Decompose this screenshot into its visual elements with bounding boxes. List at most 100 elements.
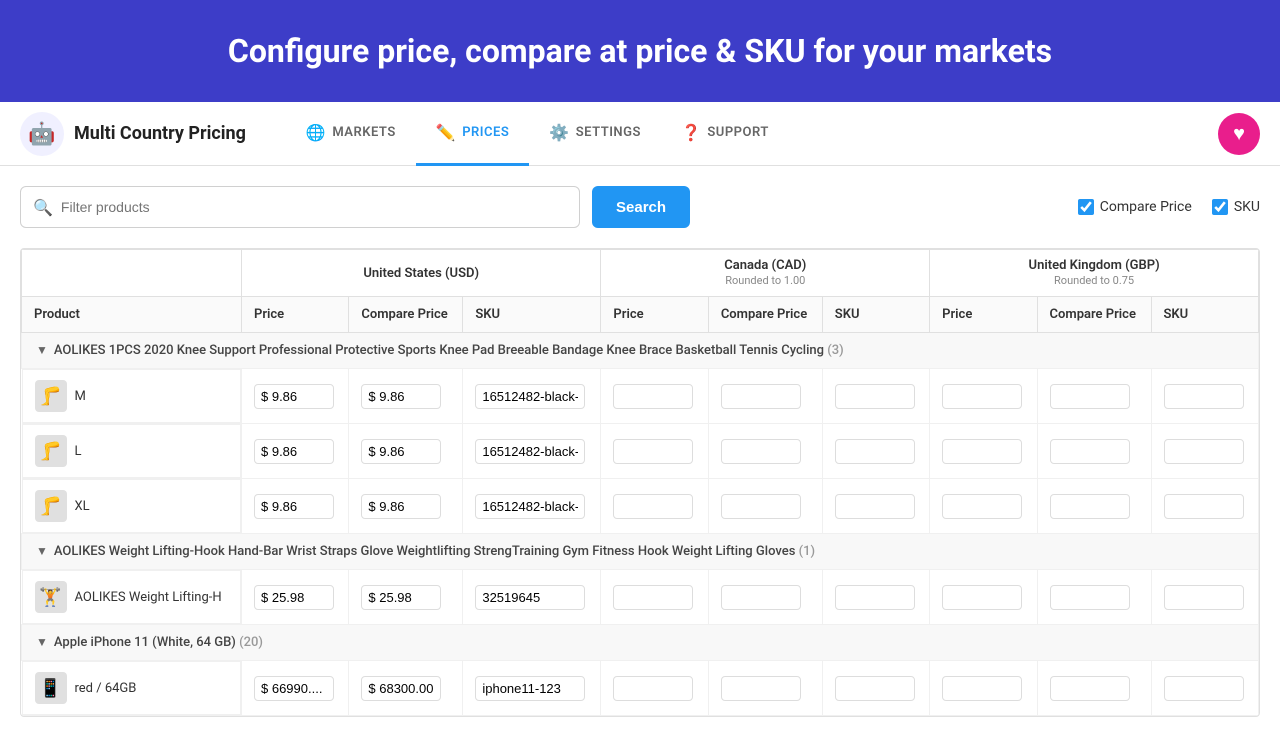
uk-compare-input[interactable] bbox=[1050, 384, 1130, 409]
us-compare-cell[interactable] bbox=[349, 479, 463, 534]
uk-sku-input[interactable] bbox=[1164, 585, 1244, 610]
ca-compare-cell[interactable] bbox=[708, 570, 822, 625]
ca-price-input[interactable] bbox=[613, 676, 693, 701]
uk-price-input[interactable] bbox=[942, 494, 1022, 519]
ca-compare-cell[interactable] bbox=[708, 661, 822, 716]
ca-sku-input[interactable] bbox=[835, 676, 915, 701]
ca-sku-input[interactable] bbox=[835, 494, 915, 519]
us-sku-cell[interactable] bbox=[463, 369, 601, 424]
uk-price-cell[interactable] bbox=[930, 424, 1037, 479]
uk-sku-input[interactable] bbox=[1164, 494, 1244, 519]
uk-price-input[interactable] bbox=[942, 585, 1022, 610]
us-price-input[interactable] bbox=[254, 384, 334, 409]
us-sku-input[interactable] bbox=[475, 439, 585, 464]
uk-price-cell[interactable] bbox=[930, 479, 1037, 534]
us-sku-cell[interactable] bbox=[463, 424, 601, 479]
uk-price-cell[interactable] bbox=[930, 570, 1037, 625]
us-price-cell[interactable] bbox=[242, 369, 349, 424]
us-price-cell[interactable] bbox=[242, 570, 349, 625]
nav-item-prices[interactable]: ✏️ PRICES bbox=[416, 102, 530, 166]
uk-price-input[interactable] bbox=[942, 384, 1022, 409]
ca-compare-input[interactable] bbox=[721, 439, 801, 464]
uk-compare-input[interactable] bbox=[1050, 585, 1130, 610]
ca-sku-input[interactable] bbox=[835, 585, 915, 610]
us-compare-cell[interactable] bbox=[349, 424, 463, 479]
us-sku-input[interactable] bbox=[475, 676, 585, 701]
us-compare-cell[interactable] bbox=[349, 570, 463, 625]
uk-compare-input[interactable] bbox=[1050, 439, 1130, 464]
heart-button[interactable]: ♥ bbox=[1218, 113, 1260, 155]
ca-compare-input[interactable] bbox=[721, 384, 801, 409]
nav-item-settings[interactable]: ⚙️ SETTINGS bbox=[529, 102, 661, 166]
us-price-input[interactable] bbox=[254, 585, 334, 610]
group-chevron-2[interactable]: ▼ bbox=[36, 635, 48, 649]
us-compare-input[interactable] bbox=[361, 439, 441, 464]
us-sku-input[interactable] bbox=[475, 494, 585, 519]
compare-price-checkbox-input[interactable] bbox=[1078, 199, 1094, 215]
ca-price-cell[interactable] bbox=[601, 424, 708, 479]
nav-item-support[interactable]: ❓ SUPPORT bbox=[661, 102, 789, 166]
us-price-cell[interactable] bbox=[242, 424, 349, 479]
ca-price-cell[interactable] bbox=[601, 369, 708, 424]
uk-compare-cell[interactable] bbox=[1037, 479, 1151, 534]
uk-compare-cell[interactable] bbox=[1037, 369, 1151, 424]
compare-price-checkbox[interactable]: Compare Price bbox=[1078, 199, 1192, 215]
ca-price-input[interactable] bbox=[613, 585, 693, 610]
search-input[interactable] bbox=[61, 199, 567, 215]
uk-sku-input[interactable] bbox=[1164, 676, 1244, 701]
nav-item-markets[interactable]: 🌐 MARKETS bbox=[286, 102, 416, 166]
ca-compare-cell[interactable] bbox=[708, 424, 822, 479]
ca-price-input[interactable] bbox=[613, 494, 693, 519]
uk-compare-cell[interactable] bbox=[1037, 570, 1151, 625]
ca-compare-input[interactable] bbox=[721, 676, 801, 701]
us-compare-input[interactable] bbox=[361, 585, 441, 610]
us-price-input[interactable] bbox=[254, 494, 334, 519]
us-compare-cell[interactable] bbox=[349, 369, 463, 424]
uk-compare-cell[interactable] bbox=[1037, 424, 1151, 479]
us-price-input[interactable] bbox=[254, 676, 334, 701]
ca-price-cell[interactable] bbox=[601, 661, 708, 716]
uk-compare-input[interactable] bbox=[1050, 676, 1130, 701]
us-sku-input[interactable] bbox=[475, 585, 585, 610]
ca-sku-cell[interactable] bbox=[822, 424, 929, 479]
us-price-cell[interactable] bbox=[242, 479, 349, 534]
uk-price-input[interactable] bbox=[942, 676, 1022, 701]
us-sku-cell[interactable] bbox=[463, 479, 601, 534]
sku-checkbox[interactable]: SKU bbox=[1212, 199, 1260, 215]
ca-compare-cell[interactable] bbox=[708, 479, 822, 534]
uk-price-cell[interactable] bbox=[930, 661, 1037, 716]
uk-price-cell[interactable] bbox=[930, 369, 1037, 424]
ca-price-cell[interactable] bbox=[601, 570, 708, 625]
us-sku-input[interactable] bbox=[475, 384, 585, 409]
us-sku-cell[interactable] bbox=[463, 570, 601, 625]
uk-sku-input[interactable] bbox=[1164, 439, 1244, 464]
ca-price-input[interactable] bbox=[613, 439, 693, 464]
us-price-input[interactable] bbox=[254, 439, 334, 464]
us-compare-input[interactable] bbox=[361, 676, 441, 701]
uk-compare-cell[interactable] bbox=[1037, 661, 1151, 716]
uk-sku-cell[interactable] bbox=[1151, 369, 1259, 424]
ca-sku-cell[interactable] bbox=[822, 570, 929, 625]
ca-price-input[interactable] bbox=[613, 384, 693, 409]
us-price-cell[interactable] bbox=[242, 661, 349, 716]
us-compare-cell[interactable] bbox=[349, 661, 463, 716]
uk-sku-cell[interactable] bbox=[1151, 479, 1259, 534]
ca-sku-input[interactable] bbox=[835, 439, 915, 464]
ca-compare-input[interactable] bbox=[721, 494, 801, 519]
uk-compare-input[interactable] bbox=[1050, 494, 1130, 519]
uk-price-input[interactable] bbox=[942, 439, 1022, 464]
uk-sku-cell[interactable] bbox=[1151, 570, 1259, 625]
sku-checkbox-input[interactable] bbox=[1212, 199, 1228, 215]
uk-sku-input[interactable] bbox=[1164, 384, 1244, 409]
ca-compare-cell[interactable] bbox=[708, 369, 822, 424]
ca-sku-cell[interactable] bbox=[822, 369, 929, 424]
us-sku-cell[interactable] bbox=[463, 661, 601, 716]
ca-sku-input[interactable] bbox=[835, 384, 915, 409]
group-chevron-0[interactable]: ▼ bbox=[36, 343, 48, 357]
ca-sku-cell[interactable] bbox=[822, 479, 929, 534]
us-compare-input[interactable] bbox=[361, 494, 441, 519]
us-compare-input[interactable] bbox=[361, 384, 441, 409]
uk-sku-cell[interactable] bbox=[1151, 424, 1259, 479]
group-chevron-1[interactable]: ▼ bbox=[36, 544, 48, 558]
ca-sku-cell[interactable] bbox=[822, 661, 929, 716]
